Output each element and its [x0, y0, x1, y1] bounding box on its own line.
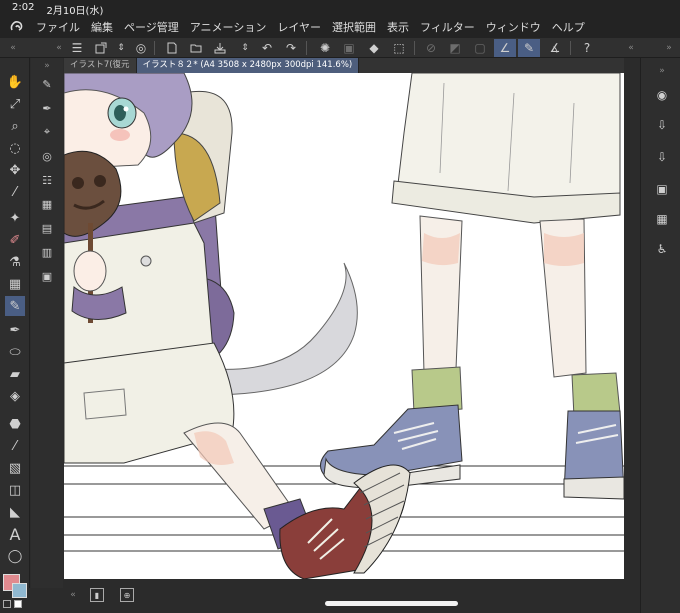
collapse-left-icon[interactable]: «	[4, 39, 22, 57]
tab-document-1[interactable]: イラスト7(復元	[64, 58, 137, 73]
contour-icon[interactable]: ⁄	[5, 436, 25, 456]
accessibility-icon[interactable]: ♿	[653, 240, 671, 258]
text-icon[interactable]: A	[5, 524, 25, 544]
sub-tool-palette: » ✎ ✒ ⌖ ◎ ☷ ▦ ▤ ▥ ▣	[31, 58, 63, 588]
panel-toggle-icon[interactable]: ▮	[90, 588, 104, 602]
fill-icon[interactable]: ⬣	[5, 414, 25, 434]
zoom-icon[interactable]: ⤢	[5, 94, 25, 114]
status-time: 2:02	[12, 2, 35, 13]
gradient-icon[interactable]: ▧	[5, 458, 25, 478]
drawing-canvas[interactable]	[64, 73, 624, 579]
menu-help[interactable]: ヘルプ	[552, 19, 585, 35]
clear-icon[interactable]: ▣	[340, 39, 358, 57]
hand-icon[interactable]: ✋	[5, 72, 25, 92]
figure-icon[interactable]: ◫	[5, 480, 25, 500]
right-panel: » ◉ ⇩ ⇩ ▣ ▦ ♿	[640, 58, 680, 613]
airbrush-icon[interactable]: ⚗	[5, 252, 25, 272]
blend-icon[interactable]: ⬭	[5, 342, 25, 362]
menu-page[interactable]: ページ管理	[124, 19, 179, 35]
expand-icon[interactable]: »	[660, 39, 678, 57]
selection-launcher-icon[interactable]: ▢	[471, 39, 489, 57]
frame-icon[interactable]: ◣	[5, 502, 25, 522]
command-bar: « « ☰ ⇕ ◎ ⇕ ↶ ↷ ✺ ▣ ◆ ⬚ ⊘ ◩ ▢ ∠ ✎ ∡ ? « …	[0, 38, 680, 58]
status-bar: 2:02 2月10日(水)	[12, 2, 103, 17]
spin-icon[interactable]: ⇕	[236, 39, 254, 57]
hide-selection-icon[interactable]: ⊘	[422, 39, 440, 57]
menu-selection[interactable]: 選択範囲	[332, 19, 376, 35]
menu-edit[interactable]: 編集	[91, 19, 113, 35]
menu-bar: ファイル 編集 ページ管理 アニメーション レイヤー 選択範囲 表示 フィルター…	[0, 17, 680, 37]
new-icon[interactable]	[92, 39, 110, 57]
save-icon[interactable]	[211, 39, 229, 57]
export-icon[interactable]: ⇩	[653, 148, 671, 166]
sub-tool-pen-icon[interactable]: ✎	[39, 76, 55, 92]
balloon-icon[interactable]: ◯	[5, 546, 25, 566]
layer-icon[interactable]: ▣	[653, 180, 671, 198]
menu-icon[interactable]: ☰	[68, 39, 86, 57]
status-date: 2月10日(水)	[46, 6, 104, 17]
collapse-right-icon[interactable]: «	[622, 39, 640, 57]
sub-tool-settings-icon[interactable]: ◎	[39, 148, 55, 164]
brush-icon[interactable]: ✒	[5, 320, 25, 340]
top-bar: 2:02 2月10日(水) ファイル 編集 ページ管理 アニメーション レイヤー…	[0, 0, 680, 38]
import-icon[interactable]: ⇩	[653, 116, 671, 134]
canvas-margin	[624, 58, 640, 613]
pencil-icon[interactable]: ✎	[5, 296, 25, 316]
sub-color-swatch[interactable]	[12, 583, 27, 598]
preview-icon[interactable]: ◎	[132, 39, 150, 57]
menu-file[interactable]: ファイル	[36, 19, 80, 35]
move-icon[interactable]: ✥	[5, 160, 25, 180]
eyedropper-icon[interactable]: ⁄	[5, 182, 25, 202]
sub-tool-material-icon[interactable]: ▤	[39, 220, 55, 236]
menu-filter[interactable]: フィルター	[420, 19, 475, 35]
menu-animation[interactable]: アニメーション	[190, 19, 267, 35]
ruler-icon[interactable]: ∠	[494, 39, 516, 57]
illustration	[64, 73, 624, 579]
transform-icon[interactable]: ⬚	[390, 39, 408, 57]
pen-ruler-icon[interactable]: ✎	[518, 39, 540, 57]
collapse-icon[interactable]: «	[66, 588, 80, 602]
menu-layer[interactable]: レイヤー	[277, 19, 321, 35]
undo-icon[interactable]: ↶	[258, 39, 276, 57]
spin-icon[interactable]: ⇕	[112, 39, 130, 57]
bottom-bar: « ▮ ⊕	[64, 579, 640, 613]
sub-tool-frame-icon[interactable]: ▣	[39, 268, 55, 284]
new-file-icon[interactable]	[163, 39, 181, 57]
menu-view[interactable]: 表示	[387, 19, 409, 35]
loading-icon[interactable]: ✺	[316, 39, 334, 57]
material-icon[interactable]: ▦	[653, 210, 671, 228]
selection-icon[interactable]: ◩	[446, 39, 464, 57]
lasso-icon[interactable]: ◌	[5, 138, 25, 158]
menu-window[interactable]: ウィンドウ	[486, 19, 541, 35]
sub-tool-marker-icon[interactable]: ✒	[39, 100, 55, 116]
app-logo-icon[interactable]	[6, 17, 28, 37]
document-tabs: イラスト7(復元 イラスト８２* (A4 3508 x 2480px 300dp…	[64, 58, 624, 73]
tool-palette: ✋ ⤢ ⌕ ◌ ✥ ⁄ ✦ ✐ ⚗ ▦ ✎ ✒ ⬭ ▰ ◈ ⬣ ⁄ ▧ ◫ ◣ …	[0, 58, 30, 588]
sub-tool-brush-icon[interactable]: ⌖	[39, 124, 55, 140]
decoration-icon[interactable]: ▦	[5, 274, 25, 294]
sub-tool-grid-icon[interactable]: ▦	[39, 196, 55, 212]
fit-screen-icon[interactable]: ⊕	[120, 588, 134, 602]
blur-icon[interactable]: ◈	[5, 386, 25, 406]
tab-document-2[interactable]: イラスト８２* (A4 3508 x 2480px 300dpi 141.6%)	[136, 58, 360, 73]
help-icon[interactable]: ?	[578, 39, 596, 57]
perspective-ruler-icon[interactable]: ∡	[546, 39, 564, 57]
fill-icon[interactable]: ◆	[365, 39, 383, 57]
eraser-icon[interactable]: ▰	[5, 364, 25, 384]
collapse-icon[interactable]: »	[653, 62, 671, 80]
sub-tool-layer-icon[interactable]: ▥	[39, 244, 55, 260]
magnify-icon[interactable]: ⌕	[5, 116, 25, 136]
collapse-icon[interactable]: »	[39, 58, 55, 74]
redo-icon[interactable]: ↷	[282, 39, 300, 57]
home-indicator[interactable]	[325, 601, 458, 606]
collapse-icon[interactable]: «	[50, 39, 68, 57]
pen-icon[interactable]: ✐	[5, 230, 25, 250]
navigator-icon[interactable]: ◉	[653, 86, 671, 104]
color-mini-swatches[interactable]	[3, 600, 29, 608]
wand-icon[interactable]: ✦	[5, 208, 25, 228]
sub-tool-list-icon[interactable]: ☷	[39, 172, 55, 188]
open-icon[interactable]	[187, 39, 205, 57]
